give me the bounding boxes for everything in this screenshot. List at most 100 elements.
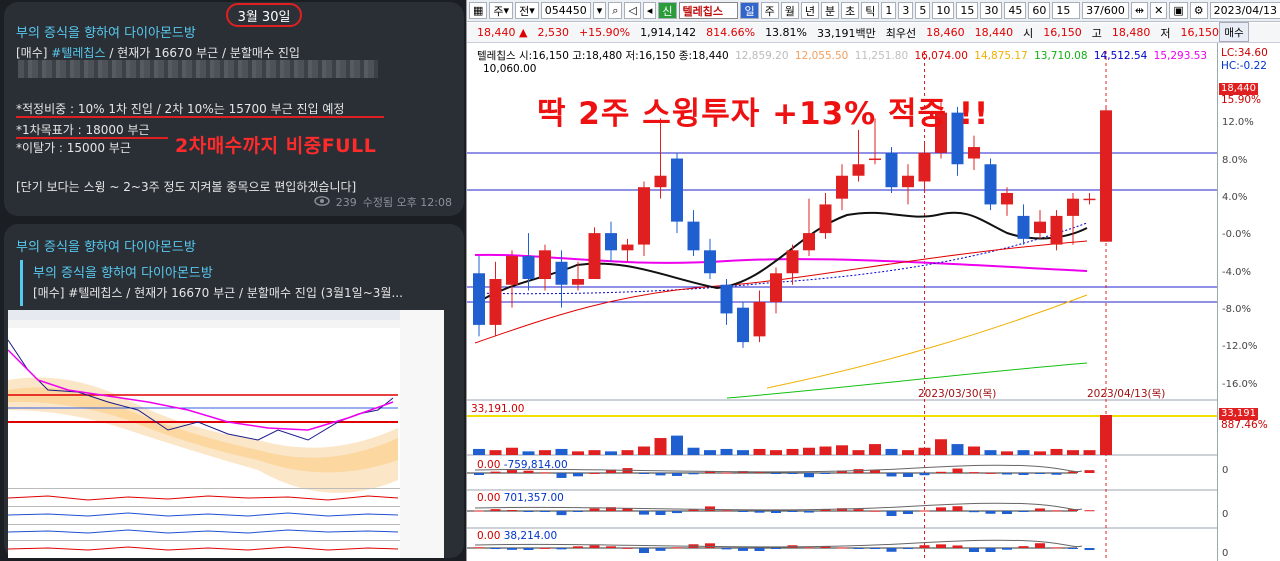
message-bubble[interactable]: 부의 증식을 향하여 다이아몬드방 부의 증식을 향하여 다이아몬드방 [매수]… <box>4 224 464 558</box>
search-icon[interactable]: ⌕ <box>608 2 623 19</box>
indicator-bar <box>639 511 649 515</box>
indicator-bar <box>1035 508 1045 511</box>
message-bubble[interactable]: 부의 증식을 향하여 다이아몬드방 [매수] #텔레칩스 / 현재가 16670… <box>4 2 464 216</box>
stock-hashtag[interactable]: #텔레칩스 <box>51 46 105 60</box>
candle-body <box>588 233 601 279</box>
indicator-bar <box>705 506 715 511</box>
type-select[interactable]: 전 ▾ <box>515 2 539 19</box>
candle-body <box>489 279 502 325</box>
interval-10[interactable]: 10 <box>932 2 955 19</box>
period-day[interactable]: 일 <box>740 2 759 19</box>
indicator-bar <box>952 468 963 473</box>
volume-bar <box>968 446 980 455</box>
buy-button[interactable]: 매수 <box>1219 22 1249 42</box>
dropdown-icon[interactable]: ▾ <box>592 2 607 19</box>
crosshair-icon[interactable]: ✕ <box>1150 2 1168 19</box>
indicator-bar <box>804 547 814 549</box>
candle-body <box>555 261 568 285</box>
period-month[interactable]: 월 <box>780 2 799 19</box>
interval-15[interactable]: 15 <box>956 2 979 19</box>
indicator-bar <box>969 472 979 474</box>
indicator-bar <box>870 510 880 512</box>
ma-value: 13,710.08 <box>1034 50 1088 62</box>
period-second[interactable]: 초 <box>841 2 860 19</box>
market-select[interactable]: 주 ▾ <box>489 2 514 19</box>
indicator-bar <box>1018 546 1029 548</box>
candle-body <box>638 187 650 245</box>
headline-annotation: 딱 2주 스윙투자 +13% 적중 !! <box>537 96 990 132</box>
candle-body <box>1100 110 1112 242</box>
indicator-bar <box>507 548 517 550</box>
indicator-bar <box>936 471 946 473</box>
stop-line: *이탈가 : 15000 부근 <box>16 141 131 155</box>
candle-body <box>869 158 881 161</box>
indicator-bar <box>820 473 831 474</box>
date-display[interactable]: 2023/04/13 <box>1209 2 1280 19</box>
bars-icon[interactable]: ⇹ <box>1130 2 1149 19</box>
volume-bar <box>869 444 881 455</box>
message-line: [매수] #텔레칩스 / 현재가 16670 부근 / 분할매수 진입 <box>16 44 300 61</box>
indicator-2-value: 701,357.00 <box>503 492 564 504</box>
ma-value: 15,293.53 <box>1153 50 1208 62</box>
count-input[interactable]: 37/600 <box>1082 2 1129 19</box>
interval-45[interactable]: 45 <box>1004 2 1027 19</box>
period-tick[interactable]: 틱 <box>861 2 880 19</box>
candle-body <box>968 147 980 159</box>
type-select-label: 전 <box>519 4 530 18</box>
stock-name[interactable]: 텔레칩스 <box>678 2 739 19</box>
interval-3[interactable]: 3 <box>898 2 914 19</box>
volume-bar <box>803 447 815 455</box>
indicator-bar <box>771 548 781 549</box>
change-percent: +15.90% <box>578 26 631 39</box>
grid-icon[interactable]: ▦ <box>469 2 488 19</box>
indicator-bar <box>919 473 930 476</box>
indicator-bar <box>540 472 550 474</box>
volume-bar <box>687 447 700 455</box>
axis-tick: 0 <box>1222 509 1229 520</box>
indicator-bar <box>969 548 979 552</box>
volume: 1,914,142 <box>640 26 697 39</box>
interval-60[interactable]: 60 <box>1028 2 1051 19</box>
ma-line <box>766 294 1088 389</box>
indicator-bar <box>589 472 600 474</box>
interval-input[interactable]: 15 <box>1052 2 1081 19</box>
interval-1[interactable]: 1 <box>881 2 897 19</box>
volume-bar <box>1083 450 1096 455</box>
candle-body <box>819 204 832 234</box>
period-minute[interactable]: 분 <box>820 2 840 19</box>
ma-value: 14,875.17 <box>974 50 1028 62</box>
open-price: 16,150 <box>1043 26 1082 39</box>
quote-text: [매수] #텔레칩스 / 현재가 16670 부근 / 분할매수 진입 (3월1… <box>33 286 403 300</box>
candle-body <box>621 244 634 251</box>
indicator-bar <box>1068 548 1078 549</box>
indicator-bar <box>507 509 517 511</box>
volume-bar <box>1001 451 1013 455</box>
speaker-icon[interactable]: ◁ <box>624 2 641 19</box>
blurred-text <box>18 60 378 78</box>
indicator-bar <box>738 548 748 551</box>
volume-bar <box>984 450 997 455</box>
interval-5[interactable]: 5 <box>915 2 931 19</box>
save-icon[interactable]: ▣ <box>1169 2 1188 19</box>
candle-body <box>473 273 485 325</box>
prev-icon[interactable]: ◂ <box>642 2 657 19</box>
indicator-bar <box>903 511 913 515</box>
gear-icon[interactable]: ⚙ <box>1189 2 1208 19</box>
period-week[interactable]: 주 <box>760 2 779 19</box>
volume-bar <box>506 447 518 455</box>
channel-name[interactable]: 부의 증식을 향하여 다이아몬드방 <box>16 22 196 41</box>
last-price-percent: 15.90% <box>1221 94 1262 106</box>
indicator-bar <box>589 508 600 511</box>
interval-30[interactable]: 30 <box>980 2 1003 19</box>
ma-value: 16,074.00 <box>914 50 968 62</box>
volume-bar <box>555 448 568 455</box>
axis-tick: 12.0% <box>1222 117 1254 128</box>
period-year[interactable]: 년 <box>800 2 819 19</box>
reply-quote[interactable]: 부의 증식을 향하여 다이아몬드방 [매수] #텔레칩스 / 현재가 16670… <box>20 260 450 306</box>
stock-code-input[interactable]: 054450 <box>540 2 591 19</box>
eye-icon <box>314 195 330 209</box>
axis-tick: -12.0% <box>1222 341 1258 352</box>
chart-thumbnail[interactable] <box>8 310 444 558</box>
weight-line: *적정비중 : 10% 1차 진입 / 2차 10%는 15700 부근 진입 … <box>16 102 345 116</box>
channel-name[interactable]: 부의 증식을 향하여 다이아몬드방 <box>16 236 196 255</box>
